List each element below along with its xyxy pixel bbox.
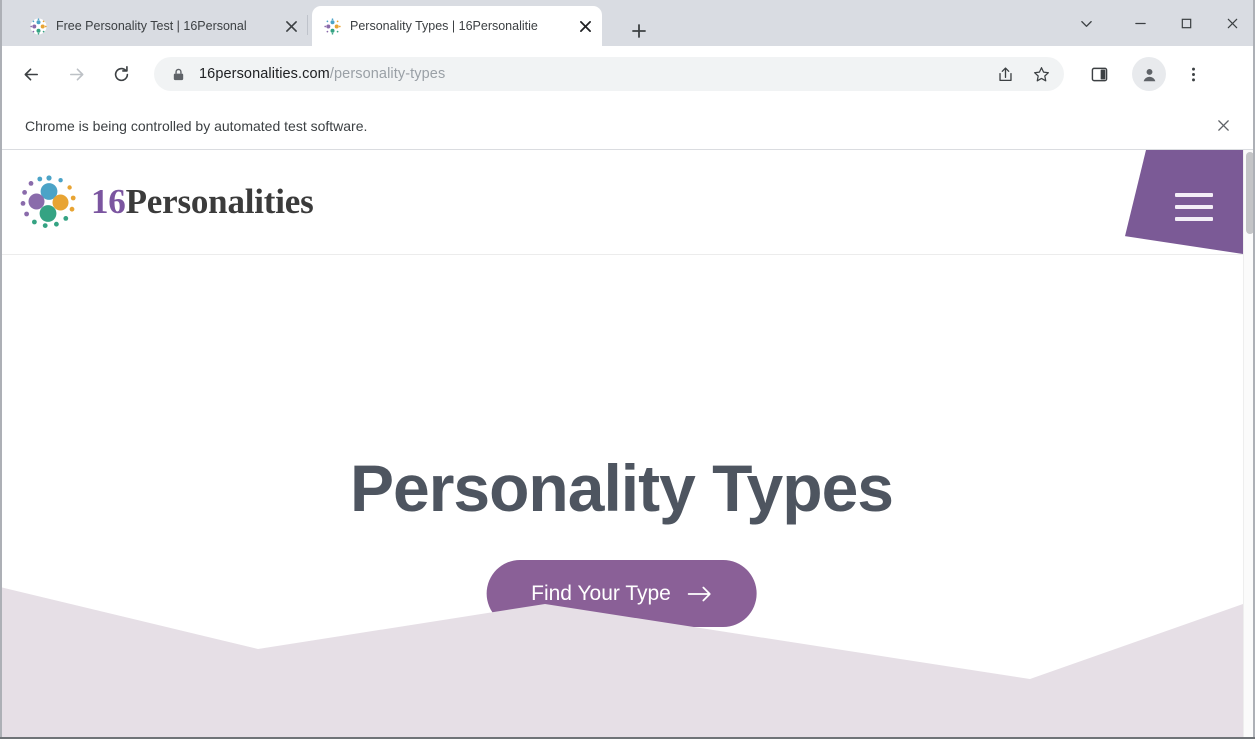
- tab-separator: [307, 15, 308, 35]
- maximize-button[interactable]: [1163, 0, 1209, 46]
- automation-infobar: Chrome is being controlled by automated …: [0, 102, 1255, 150]
- reload-button[interactable]: [104, 57, 138, 91]
- hero-section: Personality Types Find Your Type: [0, 255, 1243, 739]
- logo-number: 16: [91, 182, 126, 221]
- page-title: Personality Types: [349, 451, 894, 525]
- browser-toolbar: 16personalities.com/personality-types: [0, 46, 1255, 102]
- hamburger-icon: [1175, 193, 1213, 221]
- logo-name: Personalities: [125, 182, 314, 221]
- logo-dots-icon: [19, 172, 79, 232]
- tab-search-button[interactable]: [1063, 0, 1109, 46]
- browser-window: Free Personality Test | 16Personal Perso…: [0, 0, 1255, 739]
- url-text: 16personalities.com/personality-types: [199, 66, 445, 82]
- minimize-button[interactable]: [1117, 0, 1163, 46]
- site-header: 16Personalities: [0, 150, 1243, 255]
- address-bar[interactable]: 16personalities.com/personality-types: [154, 57, 1064, 91]
- forward-button[interactable]: [59, 57, 93, 91]
- url-path: /personality-types: [329, 66, 446, 82]
- wave-divider: [0, 587, 1243, 739]
- browser-tab-2[interactable]: Personality Types | 16Personalitie: [312, 6, 602, 46]
- share-icon[interactable]: [990, 59, 1020, 89]
- new-tab-button[interactable]: [618, 16, 660, 46]
- logo-wordmark: 16Personalities: [91, 182, 314, 222]
- side-panel-icon[interactable]: [1082, 57, 1116, 91]
- url-domain: 16personalities.com: [199, 66, 330, 82]
- bookmark-star-icon[interactable]: [1026, 59, 1056, 89]
- tab-title: Free Personality Test | 16Personal: [56, 19, 247, 33]
- favicon-icon: [30, 17, 47, 35]
- automation-message: Chrome is being controlled by automated …: [25, 117, 368, 134]
- page-viewport: 16Personalities Personality Types Find Y…: [0, 150, 1243, 739]
- site-logo[interactable]: 16Personalities: [19, 172, 314, 232]
- tab-close-button[interactable]: [574, 15, 596, 37]
- close-button[interactable]: [1209, 0, 1255, 46]
- tab-strip: Free Personality Test | 16Personal Perso…: [0, 0, 1255, 46]
- three-dot-menu-icon[interactable]: [1176, 57, 1210, 91]
- window-controls: [1063, 0, 1255, 46]
- hamburger-menu-button[interactable]: [1125, 150, 1243, 254]
- infobar-close-button[interactable]: [1211, 114, 1235, 138]
- favicon-icon: [324, 17, 341, 35]
- tab-close-button[interactable]: [280, 15, 302, 37]
- back-button[interactable]: [14, 57, 48, 91]
- window-frame-left: [0, 0, 2, 739]
- tab-title: Personality Types | 16Personalitie: [350, 19, 538, 33]
- browser-tab-1[interactable]: Free Personality Test | 16Personal: [18, 6, 308, 46]
- lock-icon: [170, 66, 186, 82]
- profile-avatar[interactable]: [1132, 57, 1166, 91]
